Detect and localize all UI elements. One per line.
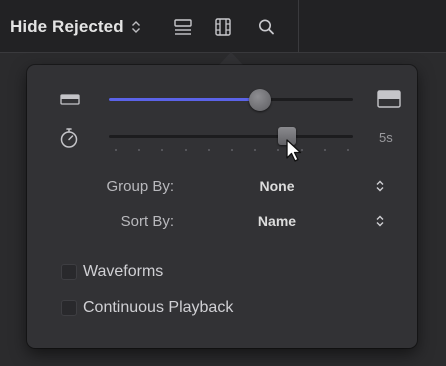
clip-appearance-popover: 5s Group By: None Sort By: Name Waveform… (27, 65, 417, 348)
continuous-playback-checkbox[interactable] (61, 300, 77, 316)
duration-tick (323, 149, 326, 151)
chevron-updown-icon (375, 214, 385, 228)
clip-height-slider[interactable] (109, 98, 353, 101)
filmstrip-icon[interactable] (212, 18, 234, 36)
clip-height-slider-fill (109, 98, 261, 101)
clip-height-slider-knob[interactable] (249, 89, 272, 111)
popover-arrow (218, 52, 244, 66)
duration-tick (161, 149, 164, 151)
group-by-label: Group By: (106, 178, 174, 195)
small-clip-icon (60, 93, 80, 107)
duration-tick (115, 149, 117, 151)
continuous-playback-option[interactable]: Continuous Playback (61, 299, 233, 317)
chevron-updown-icon (375, 179, 385, 193)
clip-appearance-icon[interactable] (172, 18, 194, 36)
duration-tick (207, 149, 210, 151)
chevron-updown-icon (130, 19, 142, 35)
waveforms-option[interactable]: Waveforms (61, 263, 163, 281)
duration-tick (231, 149, 233, 151)
duration-tick (184, 149, 187, 151)
browser-toolbar: Hide Rejected (0, 0, 446, 53)
duration-tick (138, 149, 141, 151)
clip-duration-label: 5s (379, 130, 393, 145)
duration-tick (347, 149, 349, 151)
clip-filter-label: Hide Rejected (10, 17, 124, 36)
search-icon[interactable] (256, 18, 278, 36)
clip-filter-menu[interactable]: Hide Rejected (10, 16, 142, 38)
sort-by-select[interactable]: Name (217, 210, 393, 234)
continuous-playback-label: Continuous Playback (83, 299, 234, 316)
waveforms-label: Waveforms (83, 263, 164, 280)
sort-by-value: Name (257, 213, 297, 229)
group-by-select[interactable]: None (217, 175, 393, 199)
duration-tick (254, 149, 257, 151)
large-clip-icon (377, 89, 401, 109)
duration-tick (277, 149, 280, 151)
duration-tick (300, 149, 303, 151)
clip-duration-slider[interactable] (109, 135, 353, 138)
sort-by-label: Sort By: (120, 213, 174, 230)
group-by-value: None (259, 178, 295, 194)
toolbar-divider (298, 0, 299, 52)
stopwatch-icon (59, 127, 79, 149)
clip-duration-slider-knob[interactable] (278, 127, 297, 145)
waveforms-checkbox[interactable] (61, 264, 77, 280)
